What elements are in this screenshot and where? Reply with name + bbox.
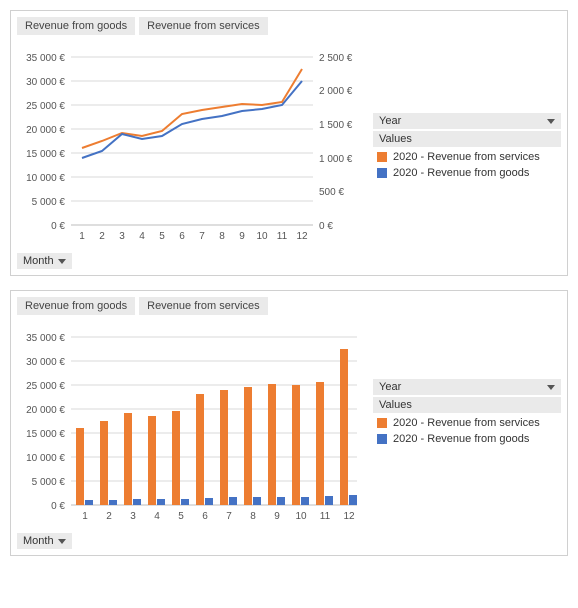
- y-tick: 15 000 €: [26, 149, 65, 160]
- y-tick: 10 000 €: [26, 453, 65, 464]
- year-dropdown-label: Year: [379, 115, 401, 127]
- x-tick: 6: [202, 511, 208, 522]
- measure-tabs: Revenue from goods Revenue from services: [17, 297, 561, 315]
- tab-revenue-goods[interactable]: Revenue from goods: [17, 297, 135, 315]
- legend-label: 2020 - Revenue from services: [393, 417, 540, 429]
- x-tick: 4: [139, 231, 145, 242]
- bar-group: [76, 349, 357, 505]
- legend-item-services[interactable]: 2020 - Revenue from services: [373, 149, 561, 165]
- tab-revenue-services[interactable]: Revenue from services: [139, 297, 268, 315]
- legend-label: 2020 - Revenue from services: [393, 151, 540, 163]
- x-tick: 10: [295, 511, 307, 522]
- year-dropdown-label: Year: [379, 381, 401, 393]
- y-tick: 25 000 €: [26, 381, 65, 392]
- y-tick: 30 000 €: [26, 357, 65, 368]
- line-series-goods: [82, 81, 302, 158]
- x-tick: 5: [178, 511, 184, 522]
- legend-item-goods[interactable]: 2020 - Revenue from goods: [373, 165, 561, 181]
- y-tick: 0 €: [51, 501, 65, 512]
- x-tick: 11: [277, 231, 288, 242]
- x-tick: 2: [106, 511, 112, 522]
- x-tick: 9: [239, 231, 245, 242]
- legend-swatch-icon: [377, 418, 387, 428]
- month-dropdown[interactable]: Month: [17, 253, 72, 269]
- x-tick: 12: [296, 231, 308, 242]
- y2-tick: 1 500 €: [319, 120, 353, 131]
- x-tick: 5: [159, 231, 165, 242]
- y-tick: 35 000 €: [26, 333, 65, 344]
- y2-tick: 2 000 €: [319, 86, 353, 97]
- legend-label: 2020 - Revenue from goods: [393, 167, 529, 179]
- month-dropdown-label: Month: [23, 255, 54, 267]
- legend-item-services[interactable]: 2020 - Revenue from services: [373, 415, 561, 431]
- x-tick: 1: [82, 511, 88, 522]
- chevron-down-icon: [58, 539, 66, 544]
- x-tick: 11: [320, 511, 331, 522]
- legend-swatch-icon: [377, 152, 387, 162]
- y2-tick: 2 500 €: [319, 53, 353, 64]
- legend-label: 2020 - Revenue from goods: [393, 433, 529, 445]
- x-tick: 8: [219, 231, 225, 242]
- values-header: Values: [373, 397, 561, 413]
- y-tick: 30 000 €: [26, 77, 65, 88]
- line-chart-panel: Revenue from goods Revenue from services…: [10, 10, 568, 276]
- legend-swatch-icon: [377, 168, 387, 178]
- y-tick: 25 000 €: [26, 101, 65, 112]
- bar-chart: 0 € 5 000 € 10 000 € 15 000 € 20 000 € 2…: [17, 319, 367, 549]
- y-tick: 20 000 €: [26, 125, 65, 136]
- y-tick: 35 000 €: [26, 53, 65, 64]
- tab-revenue-goods[interactable]: Revenue from goods: [17, 17, 135, 35]
- values-header: Values: [373, 131, 561, 147]
- x-tick: 1: [79, 231, 85, 242]
- chevron-down-icon: [547, 119, 555, 124]
- y-tick: 0 €: [51, 221, 65, 232]
- x-tick: 2: [99, 231, 105, 242]
- line-chart: 0 € 5 000 € 10 000 € 15 000 € 20 000 € 2…: [17, 39, 367, 269]
- bar-chart-panel: Revenue from goods Revenue from services…: [10, 290, 568, 556]
- y-tick: 5 000 €: [32, 197, 66, 208]
- x-tick: 3: [130, 511, 136, 522]
- y-tick: 10 000 €: [26, 173, 65, 184]
- y2-tick: 500 €: [319, 187, 344, 198]
- month-dropdown-label: Month: [23, 535, 54, 547]
- x-tick: 9: [274, 511, 280, 522]
- x-tick: 6: [179, 231, 185, 242]
- x-tick: 4: [154, 511, 160, 522]
- x-tick: 12: [343, 511, 355, 522]
- tab-revenue-services[interactable]: Revenue from services: [139, 17, 268, 35]
- y-tick: 15 000 €: [26, 429, 65, 440]
- x-tick: 7: [199, 231, 205, 242]
- x-tick: 8: [250, 511, 256, 522]
- y-tick: 5 000 €: [32, 477, 66, 488]
- x-tick: 3: [119, 231, 125, 242]
- month-dropdown[interactable]: Month: [17, 533, 72, 549]
- measure-tabs: Revenue from goods Revenue from services: [17, 17, 561, 35]
- x-tick: 7: [226, 511, 232, 522]
- y2-tick: 1 000 €: [319, 154, 353, 165]
- legend-item-goods[interactable]: 2020 - Revenue from goods: [373, 431, 561, 447]
- year-dropdown[interactable]: Year: [373, 113, 561, 129]
- chevron-down-icon: [58, 259, 66, 264]
- chevron-down-icon: [547, 385, 555, 390]
- legend-swatch-icon: [377, 434, 387, 444]
- x-tick: 10: [256, 231, 268, 242]
- y-tick: 20 000 €: [26, 405, 65, 416]
- y2-tick: 0 €: [319, 221, 333, 232]
- year-dropdown[interactable]: Year: [373, 379, 561, 395]
